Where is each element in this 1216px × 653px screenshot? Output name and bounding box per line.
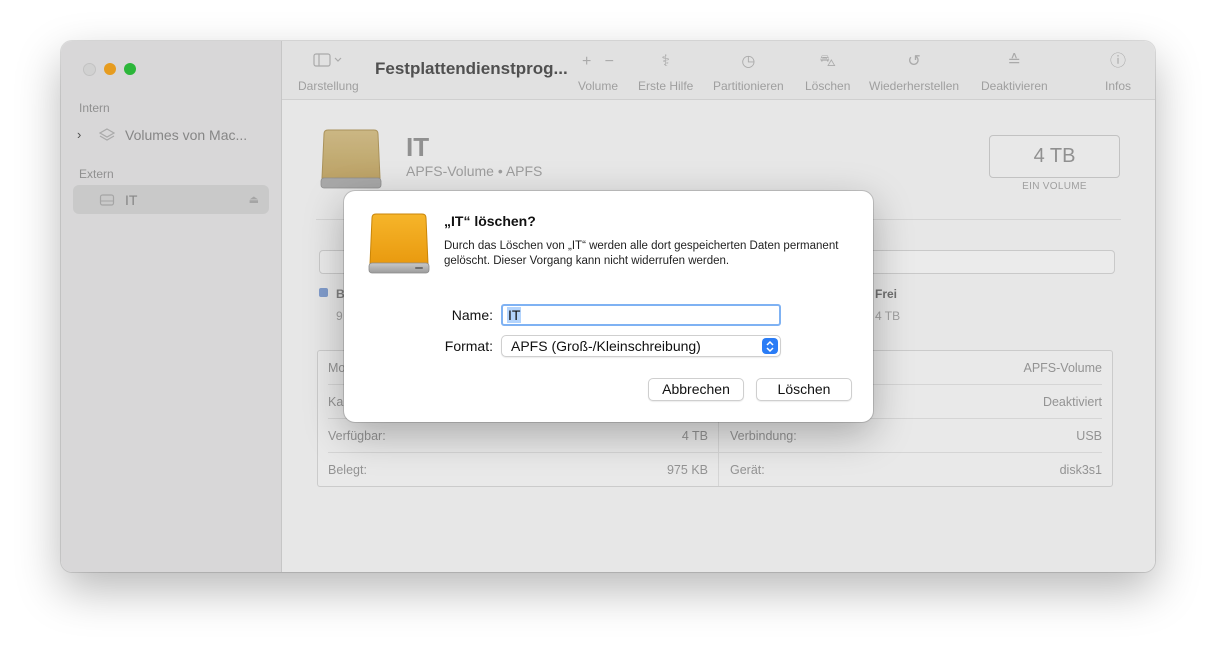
chevron-up-down-icon[interactable] xyxy=(762,338,778,354)
erase-dialog: „IT“ löschen? Durch das Löschen von „IT“… xyxy=(344,191,873,422)
name-input-value: IT xyxy=(507,307,522,323)
format-select[interactable]: APFS (Groß-/Kleinschreibung) xyxy=(501,335,781,357)
erase-button[interactable]: Löschen xyxy=(756,378,852,401)
cancel-button[interactable]: Abbrechen xyxy=(648,378,744,401)
name-input[interactable]: IT xyxy=(501,304,781,326)
external-drive-icon xyxy=(368,213,430,274)
format-label: Format: xyxy=(444,338,493,354)
dialog-title: „IT“ löschen? xyxy=(444,213,536,229)
format-select-value: APFS (Groß-/Kleinschreibung) xyxy=(511,338,701,354)
name-label: Name: xyxy=(451,307,493,323)
dialog-message: Durch das Löschen von „IT“ werden alle d… xyxy=(444,240,839,267)
